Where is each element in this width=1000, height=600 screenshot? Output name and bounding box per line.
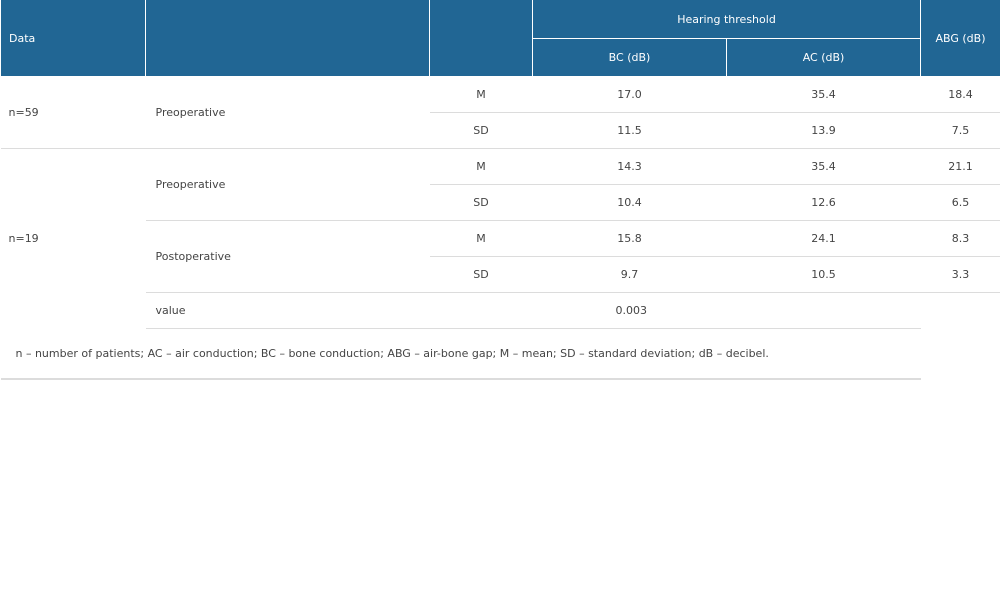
condition-cell: Postoperative [145,220,430,293]
table-row: n=59 Preoperative M 17.0 35.4 18.4 [0,76,1000,149]
abg-value-cell: 3.3 [920,256,1000,293]
table-row: n=19 Preoperative M 14.3 35.4 21.1 [1,148,1000,245]
statistic-cell: SD [429,256,533,293]
condition-cell: Preoperative [145,148,430,221]
ac-value-cell: 35.4 [726,148,921,185]
bc-value-cell: 9.7 [532,256,727,293]
bc-column-header: BC (dB) [532,38,727,77]
p-value-cell: 0.003 [532,292,921,329]
statistic-cell: SD [429,184,533,221]
table-row: Postoperative M 15.8 24.1 8.3 [1,220,1000,293]
table-footnote: n – number of patients; AC – air conduct… [0,328,921,380]
abg-value-cell: 7.5 [920,112,1000,149]
statistic-cell: M [429,220,533,257]
p-value-label-cell: value [145,292,430,329]
bc-value-cell: 14.3 [532,148,727,185]
abg-value-cell: 21.1 [920,148,1000,185]
empty-cell [429,292,533,329]
ac-value-cell: 24.1 [726,220,921,257]
statistic-column-header [429,0,533,77]
statistic-cell: SD [429,112,533,149]
bc-value-cell: 17.0 [532,76,727,113]
statistic-cell: M [429,148,533,185]
data-column-header: Data [0,0,146,77]
ac-value-cell: 12.6 [726,184,921,221]
condition-cell: Preoperative [145,76,430,149]
condition-column-header [145,0,430,77]
hearing-threshold-table: Data Hearing threshold ABG (dB) BC (dB) … [0,0,1000,380]
ac-value-cell: 13.9 [726,112,921,149]
group-size-cell: n=19 [8,232,39,246]
table-row: value 0.003 [1,292,1000,329]
group-size-cell: n=59 [0,76,146,149]
ac-value-cell: 35.4 [726,76,921,113]
abg-value-cell: 18.4 [920,76,1000,113]
bc-value-cell: 15.8 [532,220,727,257]
abg-value-cell: 6.5 [920,184,1000,221]
empty-cell [921,293,1000,329]
ac-column-header: AC (dB) [726,38,921,77]
abg-value-cell: 8.3 [920,220,1000,257]
bc-value-cell: 10.4 [532,184,727,221]
abg-column-header: ABG (dB) [920,0,1000,77]
footnote-row: n – number of patients; AC – air conduct… [0,328,1000,380]
empty-cell [921,329,1000,380]
statistic-cell: M [429,76,533,113]
ac-value-cell: 10.5 [726,256,921,293]
hearing-threshold-header: Hearing threshold [532,0,921,39]
bc-value-cell: 11.5 [532,112,727,149]
